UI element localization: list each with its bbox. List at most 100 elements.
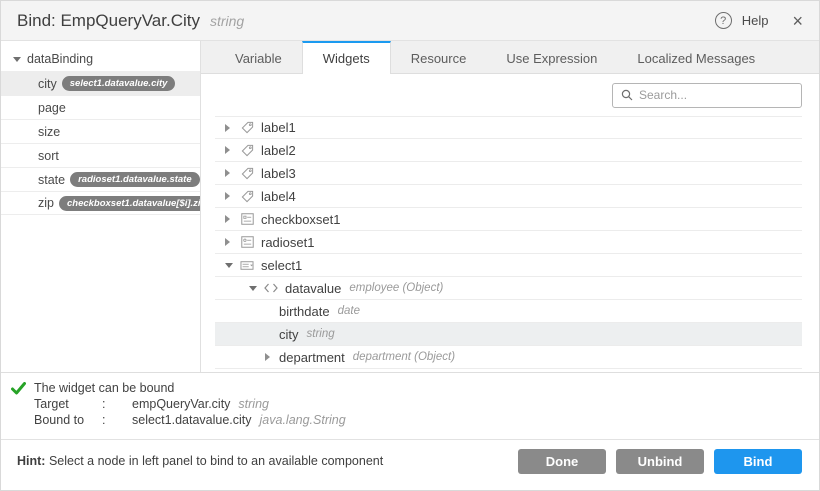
widget-row-label4[interactable]: label4 bbox=[215, 185, 802, 208]
search-input[interactable] bbox=[639, 88, 793, 102]
dialog-footer: Hint: Select a node in left panel to bin… bbox=[1, 439, 819, 490]
tree-node-page[interactable]: page bbox=[1, 95, 200, 119]
tag-icon bbox=[239, 167, 255, 180]
chevron-right-icon[interactable] bbox=[225, 192, 239, 200]
unbind-button[interactable]: Unbind bbox=[616, 449, 704, 474]
tree-node-label: size bbox=[38, 125, 60, 139]
chevron-right-icon[interactable] bbox=[225, 238, 239, 246]
bind-button[interactable]: Bind bbox=[714, 449, 802, 474]
widget-label: department bbox=[279, 350, 345, 365]
dialog-body: dataBinding city select1.datavalue.city … bbox=[1, 41, 819, 372]
widget-label: label4 bbox=[261, 189, 296, 204]
tab-localized-messages[interactable]: Localized Messages bbox=[617, 41, 775, 73]
widget-row-radioset1[interactable]: radioset1 bbox=[215, 231, 802, 254]
widget-row-label3[interactable]: label3 bbox=[215, 162, 802, 185]
widget-label: checkboxset1 bbox=[261, 212, 341, 227]
binding-badge: select1.datavalue.city bbox=[62, 76, 176, 91]
widget-label: birthdate bbox=[279, 304, 330, 319]
bind-sources-panel: Variable Widgets Resource Use Expression… bbox=[201, 41, 819, 372]
tree-node-databinding[interactable]: dataBinding bbox=[1, 47, 200, 71]
widget-label: datavalue bbox=[285, 281, 341, 296]
widget-row-select1[interactable]: select1 bbox=[215, 254, 802, 277]
widget-type: employee (Object) bbox=[349, 282, 443, 294]
status-message: The widget can be bound bbox=[34, 381, 174, 395]
help-icon[interactable]: ? bbox=[715, 12, 732, 29]
hint-body: Select a node in left panel to bind to a… bbox=[45, 454, 383, 468]
checkboxset-icon bbox=[239, 213, 255, 225]
status-boundto-type: java.lang.String bbox=[260, 413, 346, 427]
chevron-right-icon[interactable] bbox=[265, 353, 279, 361]
hint-text: Hint: Select a node in left panel to bin… bbox=[17, 454, 383, 468]
help-link[interactable]: Help bbox=[742, 13, 769, 28]
tree-node-label: dataBinding bbox=[27, 52, 93, 66]
binding-badge: radioset1.datavalue.state bbox=[70, 172, 200, 187]
widget-label: label2 bbox=[261, 143, 296, 158]
select-icon bbox=[239, 261, 255, 270]
check-icon bbox=[11, 382, 34, 395]
tree-node-label: zip bbox=[38, 196, 54, 210]
tree-node-label: state bbox=[38, 173, 65, 187]
tree-node-label: city bbox=[38, 77, 57, 91]
tree-node-label: page bbox=[38, 101, 66, 115]
widget-type: string bbox=[307, 328, 335, 340]
chevron-down-icon[interactable] bbox=[249, 286, 263, 291]
widget-label: label1 bbox=[261, 120, 296, 135]
status-target-value: empQueryVar.city bbox=[132, 397, 230, 411]
search-box[interactable] bbox=[612, 83, 802, 108]
widget-type: date bbox=[338, 305, 360, 317]
status-colon: : bbox=[102, 413, 132, 427]
tag-icon bbox=[239, 121, 255, 134]
radioset-icon bbox=[239, 236, 255, 248]
status-target-type: string bbox=[238, 397, 269, 411]
variable-tree-panel: dataBinding city select1.datavalue.city … bbox=[1, 41, 201, 372]
widget-row-datavalue[interactable]: datavalue employee (Object) bbox=[215, 277, 802, 300]
status-colon: : bbox=[102, 397, 132, 411]
chevron-down-icon[interactable] bbox=[225, 263, 239, 268]
done-button[interactable]: Done bbox=[518, 449, 606, 474]
widget-label: label3 bbox=[261, 166, 296, 181]
tag-icon bbox=[239, 190, 255, 203]
widget-type: department (Object) bbox=[353, 351, 455, 363]
tree-node-state[interactable]: state radioset1.datavalue.state bbox=[1, 167, 200, 191]
tree-node-size[interactable]: size bbox=[1, 119, 200, 143]
widget-label: city bbox=[279, 327, 299, 342]
chevron-down-icon[interactable] bbox=[13, 57, 27, 62]
tree-node-zip[interactable]: zip checkboxset1.datavalue[$i].zip bbox=[1, 191, 200, 215]
search-icon bbox=[621, 89, 633, 101]
chevron-right-icon[interactable] bbox=[225, 169, 239, 177]
tab-widgets[interactable]: Widgets bbox=[302, 41, 391, 74]
tag-icon bbox=[239, 144, 255, 157]
chevron-right-icon[interactable] bbox=[225, 215, 239, 223]
tree-node-label: sort bbox=[38, 149, 59, 163]
code-icon bbox=[263, 283, 279, 293]
binding-badge: checkboxset1.datavalue[$i].zip bbox=[59, 196, 201, 211]
tab-use-expression[interactable]: Use Expression bbox=[486, 41, 617, 73]
bind-dialog: Bind: EmpQueryVar.City string ? Help × d… bbox=[0, 0, 820, 491]
status-target-label: Target bbox=[34, 397, 102, 411]
widget-tree: label1 label2 label3 bbox=[201, 116, 819, 372]
widget-label: select1 bbox=[261, 258, 302, 273]
widget-label: radioset1 bbox=[261, 235, 314, 250]
bind-status: The widget can be bound Target : empQuer… bbox=[1, 372, 819, 439]
widget-row-label2[interactable]: label2 bbox=[215, 139, 802, 162]
chevron-right-icon[interactable] bbox=[225, 124, 239, 132]
widget-row-label1[interactable]: label1 bbox=[215, 116, 802, 139]
dialog-title-type: string bbox=[210, 13, 244, 29]
close-icon[interactable]: × bbox=[792, 12, 803, 30]
tab-variable[interactable]: Variable bbox=[215, 41, 302, 73]
widget-row-birthdate[interactable]: birthdate date bbox=[215, 300, 802, 323]
tree-node-city[interactable]: city select1.datavalue.city bbox=[1, 71, 200, 95]
widget-row-department[interactable]: department department (Object) bbox=[215, 346, 802, 369]
hint-label: Hint: bbox=[17, 454, 45, 468]
dialog-title: Bind: EmpQueryVar.City bbox=[17, 11, 200, 31]
status-boundto-value: select1.datavalue.city bbox=[132, 413, 252, 427]
tab-resource[interactable]: Resource bbox=[391, 41, 487, 73]
widget-row-checkboxset1[interactable]: checkboxset1 bbox=[215, 208, 802, 231]
status-boundto-label: Bound to bbox=[34, 413, 102, 427]
tab-bar: Variable Widgets Resource Use Expression… bbox=[201, 41, 819, 74]
search-toolbar bbox=[201, 74, 819, 116]
widget-row-city[interactable]: city string bbox=[215, 323, 802, 346]
chevron-right-icon[interactable] bbox=[225, 146, 239, 154]
dialog-header: Bind: EmpQueryVar.City string ? Help × bbox=[1, 1, 819, 41]
tree-node-sort[interactable]: sort bbox=[1, 143, 200, 167]
